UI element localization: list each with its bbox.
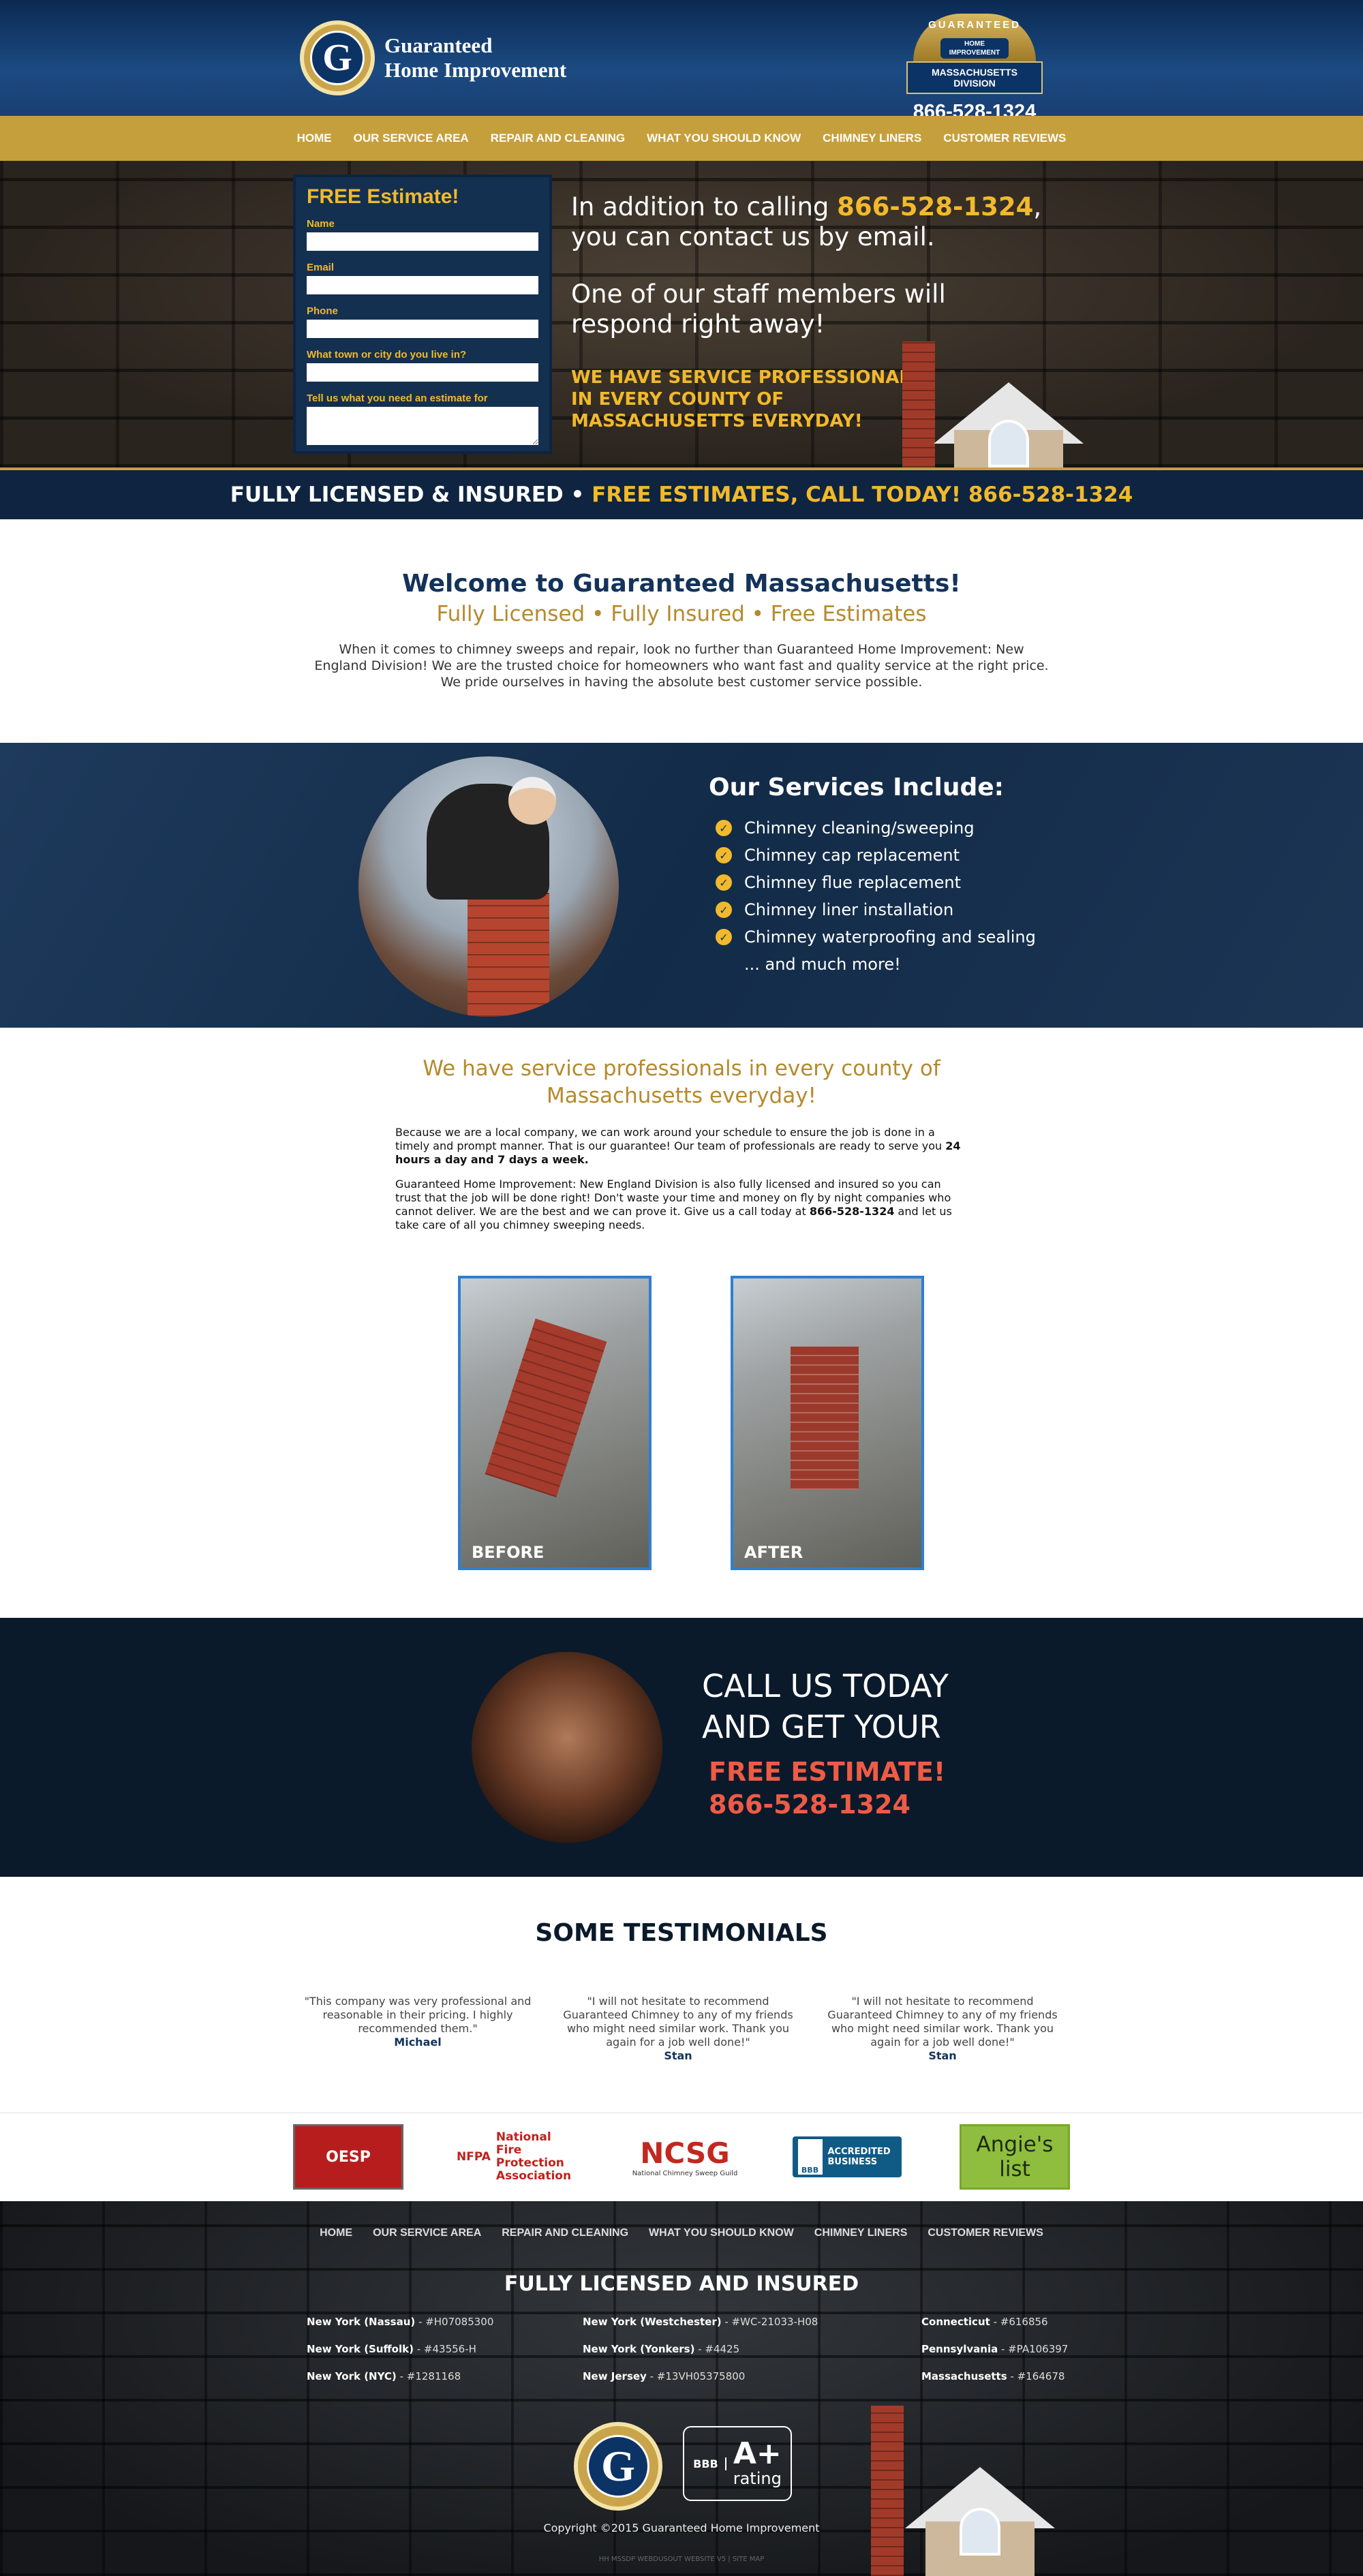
name-field[interactable]: [307, 232, 538, 251]
license-item: New Jersey - #13VH05375800: [583, 2370, 746, 2382]
license-item: Massachusetts - #164678: [921, 2370, 1065, 2382]
bbb-icon: BBB: [797, 2139, 823, 2175]
check-icon: ✓: [716, 847, 732, 863]
town-field[interactable]: [307, 363, 538, 382]
main-nav: HOME OUR SERVICE AREA REPAIR AND CLEANIN…: [0, 116, 1363, 161]
estimate-form: FREE Estimate! Name Email Phone What tow…: [293, 174, 552, 454]
testimonials-section: SOME TESTIMONIALS "This company was very…: [0, 1877, 1363, 2113]
division-label: MASSACHUSETTS DIVISION: [906, 61, 1043, 94]
logo-line-2: Home Improvement: [384, 58, 567, 82]
license-item: Connecticut - #616856: [921, 2316, 1048, 2328]
nav-what-you-should-know[interactable]: WHAT YOU SHOULD KNOW: [636, 132, 812, 145]
site-logo[interactable]: G Guaranteed Home Improvement: [300, 20, 566, 95]
oesp-logo[interactable]: OESP: [293, 2124, 403, 2190]
footer-fine-print[interactable]: HH MSSDP WEBDUSOUT WEBSITE V5 | SITE MAP: [0, 2556, 1363, 2563]
after-photo: AFTER: [731, 1276, 924, 1570]
welcome-title: Welcome to Guaranteed Massachusetts!: [402, 570, 961, 598]
nav-chimney-liners[interactable]: CHIMNEY LINERS: [812, 132, 932, 145]
welcome-section: Welcome to Guaranteed Massachusetts! Ful…: [0, 519, 1363, 743]
site-header: G Guaranteed Home Improvement GUARANTEED…: [0, 0, 1363, 123]
footer-nav-chimney-liners[interactable]: CHIMNEY LINERS: [804, 2227, 918, 2239]
ncsg-logo[interactable]: NCSG National Chimney Sweep Guild: [627, 2124, 743, 2190]
testimonial-card: "This company was very professional and …: [304, 1995, 532, 2049]
check-icon: ✓: [716, 874, 732, 891]
email-label: Email: [307, 262, 335, 273]
licensed-strip: FULLY LICENSED & INSURED • FREE ESTIMATE…: [0, 467, 1363, 519]
welcome-body: When it comes to chimney sweeps and repa…: [314, 642, 1049, 690]
professionals-paragraph-2: Guaranteed Home Improvement: New England…: [395, 1178, 952, 1231]
hero-tagline: WE HAVE SERVICE PROFESSIONALS IN EVERY C…: [571, 367, 923, 431]
call-free-estimate: FREE ESTIMATE!: [709, 1757, 946, 1787]
testimonials-title: SOME TESTIMONIALS: [535, 1919, 828, 1947]
license-item: New York (Yonkers) - #4425: [583, 2343, 740, 2355]
services-section: Our Services Include: ✓ Chimney cleaning/…: [0, 743, 1363, 1028]
license-item: New York (Westchester) - #WC-21033-H08: [583, 2316, 818, 2328]
division-badge: GUARANTEED HOME IMPROVEMENT MASSACHUSETT…: [906, 14, 1043, 123]
partner-logos: OESP NFPA National Fire Protection Assoc…: [0, 2113, 1363, 2201]
service-item: ✓ Chimney cleaning/sweeping: [716, 814, 1036, 842]
service-item: ✓ Chimney flue replacement: [716, 869, 1036, 896]
hero-phone[interactable]: 866-528-1324: [837, 192, 1033, 221]
services-list: ✓ Chimney cleaning/sweeping ✓ Chimney cap …: [716, 814, 1036, 978]
call-line-2: AND GET YOUR: [702, 1708, 941, 1745]
license-item: New York (Nassau) - #H07085300: [307, 2316, 494, 2328]
nav-customer-reviews[interactable]: CUSTOMER REVIEWS: [932, 132, 1077, 145]
check-icon: ✓: [716, 820, 732, 836]
service-item: ✓ Chimney cap replacement: [716, 842, 1036, 869]
footer-nav-repair-cleaning[interactable]: REPAIR AND CLEANING: [491, 2227, 639, 2239]
bbb-rating-badge[interactable]: BBB A+ rating: [683, 2426, 792, 2501]
bbb-logo[interactable]: BBB ACCREDITED BUSINESS: [791, 2124, 903, 2190]
testimonial-card: "I will not hesitate to recommend Guaran…: [563, 1995, 793, 2062]
hero-line-2: One of our staff members will respond ri…: [571, 279, 946, 339]
check-icon: ✓: [716, 929, 732, 945]
angies-list-logo[interactable]: Angie's list: [960, 2124, 1070, 2190]
license-item: Pennsylvania - #PA106397: [921, 2343, 1069, 2355]
nav-home[interactable]: HOME: [286, 132, 343, 145]
nfpa-logo[interactable]: NFPA National Fire Protection Associatio…: [457, 2124, 579, 2190]
site-footer: HOME OUR SERVICE AREA REPAIR AND CLEANIN…: [0, 2201, 1363, 2576]
form-title: FREE Estimate!: [307, 185, 459, 208]
house-illustration: [893, 341, 1084, 467]
logo-line-1: Guaranteed: [384, 33, 493, 57]
estimate-label: Tell us what you need an estimate for: [307, 393, 488, 404]
phone-label: Phone: [307, 305, 338, 317]
call-phone[interactable]: 866-528-1324: [709, 1788, 945, 1821]
footer-nav-home[interactable]: HOME: [309, 2227, 363, 2239]
footer-nav-service-area[interactable]: OUR SERVICE AREA: [363, 2227, 491, 2239]
services-title: Our Services Include:: [709, 773, 1005, 801]
nav-service-area[interactable]: OUR SERVICE AREA: [343, 132, 480, 145]
footer-nav-customer-reviews[interactable]: CUSTOMER REVIEWS: [917, 2227, 1054, 2239]
town-label: What town or city do you live in?: [307, 349, 467, 361]
support-agent-photo: [472, 1652, 662, 1843]
badge-arc: GUARANTEED HOME IMPROVEMENT: [913, 14, 1036, 61]
service-item: ✓ Chimney liner installation: [716, 896, 1036, 923]
chimney-sweep-photo: [358, 756, 619, 1017]
professionals-title: We have service professionals in every c…: [423, 1056, 940, 1108]
before-photo: BEFORE: [458, 1276, 652, 1570]
footer-nav-what-you-should-know[interactable]: WHAT YOU SHOULD KNOW: [639, 2227, 804, 2239]
testimonial-card: "I will not hesitate to recommend Guaran…: [827, 1995, 1058, 2062]
professionals-section: We have service professionals in every c…: [0, 1028, 1363, 1618]
estimate-textarea[interactable]: [307, 407, 538, 445]
services-more: ... and much more!: [744, 955, 901, 974]
logo-seal-icon: G: [300, 20, 375, 95]
licenses-title: FULLY LICENSED AND INSURED: [504, 2272, 859, 2296]
footer-logo-seal-icon: G: [574, 2422, 662, 2511]
footer-nav: HOME OUR SERVICE AREA REPAIR AND CLEANIN…: [0, 2227, 1363, 2239]
welcome-subtitle: Fully Licensed • Fully Insured • Free Es…: [436, 602, 927, 626]
call-line-1: CALL US TODAY: [702, 1668, 949, 1704]
check-icon: ✓: [716, 902, 732, 918]
hero-banner: FREE Estimate! Name Email Phone What tow…: [0, 161, 1363, 467]
professionals-paragraph-1: Because we are a local company, we can w…: [395, 1126, 961, 1166]
service-item: ✓ Chimney waterproofing and sealing: [716, 923, 1036, 951]
license-item: New York (Suffolk) - #43556-H: [307, 2343, 476, 2355]
copyright-text: Copyright ©2015 Guaranteed Home Improvem…: [543, 2521, 820, 2534]
nav-repair-cleaning[interactable]: REPAIR AND CLEANING: [480, 132, 636, 145]
name-label: Name: [307, 218, 335, 230]
email-field[interactable]: [307, 276, 538, 294]
phone-field[interactable]: [307, 320, 538, 338]
footer-house-illustration: [851, 2406, 1055, 2576]
license-item: New York (NYC) - #1281168: [307, 2370, 461, 2382]
call-section: CALL US TODAY AND GET YOUR FREE ESTIMATE…: [0, 1618, 1363, 1877]
